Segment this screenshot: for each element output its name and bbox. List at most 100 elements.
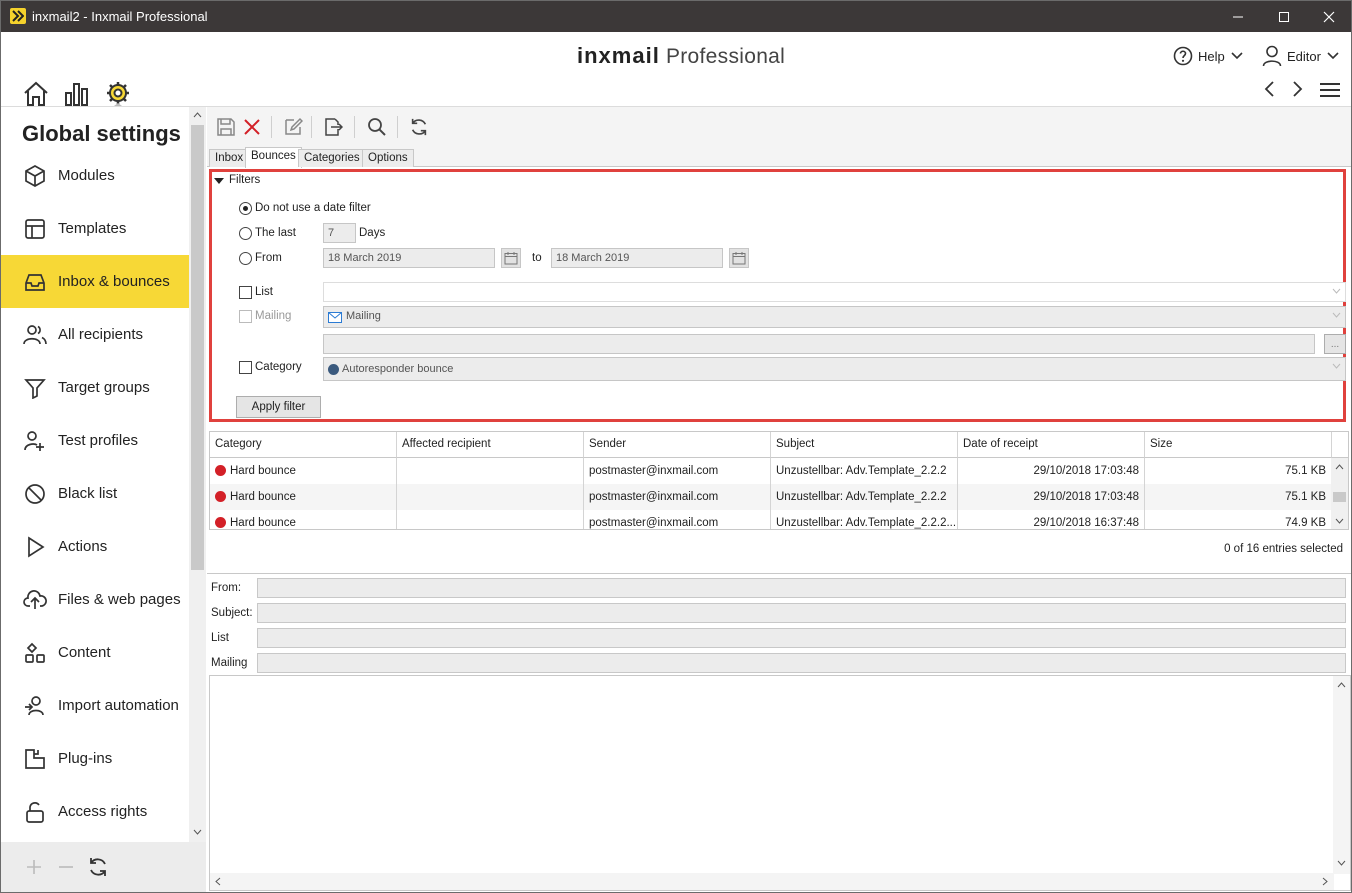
tab-inbox[interactable]: Inbox (209, 149, 250, 167)
sidebar-item-templates[interactable]: Templates (1, 202, 189, 255)
column-header-category[interactable]: Category (210, 432, 397, 458)
column-header-sender[interactable]: Sender (584, 432, 771, 458)
apply-filter-button[interactable]: Apply filter (236, 396, 321, 418)
list-dropdown[interactable] (323, 282, 1346, 302)
add-icon[interactable] (26, 859, 42, 875)
collapse-triangle-icon[interactable] (214, 178, 224, 185)
sidebar-item-modules[interactable]: Modules (1, 149, 189, 202)
brand-edition: Professional (665, 45, 786, 68)
mailing-dropdown[interactable]: Mailing (323, 306, 1346, 328)
scroll-down-icon[interactable] (1337, 860, 1346, 866)
message-body-area[interactable] (209, 675, 1351, 891)
table-row[interactable]: Hard bounce postmaster@inxmail.com Unzus… (210, 510, 1332, 529)
column-header-subject[interactable]: Subject (771, 432, 958, 458)
sidebar-item-files-web-pages[interactable]: Files & web pages (1, 573, 189, 626)
delete-icon[interactable] (240, 115, 264, 139)
upload-cloud-icon (23, 588, 47, 612)
mailing-text-field[interactable] (323, 334, 1315, 354)
body-horizontal-scrollbar[interactable] (210, 873, 1334, 890)
funnel-icon (23, 376, 47, 400)
body-vertical-scrollbar[interactable] (1333, 676, 1350, 874)
export-icon[interactable] (321, 115, 345, 139)
sidebar-item-label: Test profiles (58, 432, 139, 449)
plugin-icon (23, 747, 47, 771)
sidebar-scroll-thumb[interactable] (191, 125, 204, 570)
tab-categories[interactable]: Categories (298, 149, 366, 167)
user-icon (1262, 45, 1282, 67)
help-icon (1173, 46, 1193, 66)
browse-mailing-button[interactable]: ... (1324, 334, 1346, 354)
block-icon (23, 482, 47, 506)
table-row[interactable]: Hard bounce postmaster@inxmail.com Unzus… (210, 484, 1332, 510)
category-dropdown[interactable]: Autoresponder bounce (323, 357, 1346, 381)
sidebar-item-access-rights[interactable]: Access rights (1, 785, 189, 838)
sidebar-item-test-profiles[interactable]: Test profiles (1, 414, 189, 467)
sidebar-item-inbox-bounces[interactable]: Inbox & bounces (1, 255, 189, 308)
sidebar-item-label: Black list (58, 485, 118, 502)
category-checkbox[interactable] (239, 361, 252, 374)
edit-icon[interactable] (281, 115, 305, 139)
calendar-icon[interactable] (729, 248, 749, 268)
hard-bounce-dot-icon (215, 465, 226, 476)
app-window: inxmail2 - Inxmail Professional inxmail … (0, 0, 1352, 893)
tab-options[interactable]: Options (362, 149, 414, 167)
mailing-checkbox[interactable] (239, 310, 252, 323)
user-menu[interactable]: Editor (1262, 45, 1339, 67)
last-days-radio[interactable] (239, 227, 252, 240)
sidebar-scrollbar[interactable] (189, 107, 206, 842)
sidebar-item-target-groups[interactable]: Target groups (1, 361, 189, 414)
cell-subject: Unzustellbar: Adv.Template_2.2.2 (771, 484, 958, 510)
scroll-up-icon[interactable] (1337, 682, 1346, 688)
refresh-icon[interactable] (87, 856, 109, 878)
scroll-up-icon[interactable] (1335, 464, 1344, 470)
column-header-date[interactable]: Date of receipt (958, 432, 1145, 458)
cell-sender: postmaster@inxmail.com (584, 484, 771, 510)
tab-bounces[interactable]: Bounces (245, 147, 302, 168)
sidebar-item-black-list[interactable]: Black list (1, 467, 189, 520)
scroll-up-icon[interactable] (193, 112, 202, 118)
list-checkbox[interactable] (239, 286, 252, 299)
no-date-filter-radio[interactable] (239, 202, 252, 215)
table-scrollbar[interactable] (1331, 458, 1348, 529)
sidebar-item-import-automation[interactable]: Import automation (1, 679, 189, 732)
last-days-input[interactable]: 7 (323, 223, 356, 243)
back-arrow-icon[interactable] (1264, 81, 1276, 102)
from-label: From: (211, 582, 242, 594)
close-window-button[interactable] (1306, 1, 1351, 32)
table-row[interactable]: Hard bounce postmaster@inxmail.com Unzus… (210, 458, 1332, 484)
table-scroll-thumb[interactable] (1333, 492, 1346, 502)
scroll-right-icon[interactable] (1322, 877, 1328, 886)
cell-recipient (397, 510, 584, 529)
scroll-left-icon[interactable] (215, 877, 221, 886)
save-icon[interactable] (214, 115, 238, 139)
cell-size: 74.9 KB (1145, 510, 1332, 529)
search-icon[interactable] (365, 115, 389, 139)
sidebar-item-plug-ins[interactable]: Plug-ins (1, 732, 189, 785)
minimize-button[interactable] (1215, 1, 1261, 32)
column-header-affected-recipient[interactable]: Affected recipient (397, 432, 584, 458)
to-date-input[interactable]: 18 March 2019 (551, 248, 723, 268)
category-value: Autoresponder bounce (342, 363, 454, 375)
date-range-radio[interactable] (239, 252, 252, 265)
remove-icon[interactable] (58, 859, 74, 875)
filters-panel: Filters Do not use a date filter The las… (209, 169, 1346, 422)
cell-size: 75.1 KB (1145, 484, 1332, 510)
detail-divider[interactable] (207, 573, 1351, 574)
category-text: Hard bounce (230, 517, 296, 529)
sidebar: Global settings Modules Templates Inbox … (1, 107, 189, 842)
from-date-input[interactable]: 18 March 2019 (323, 248, 495, 268)
sidebar-item-actions[interactable]: Actions (1, 520, 189, 573)
scroll-down-icon[interactable] (193, 829, 202, 835)
calendar-icon[interactable] (501, 248, 521, 268)
cell-date: 29/10/2018 17:03:48 (958, 484, 1145, 510)
scroll-down-icon[interactable] (1335, 518, 1344, 524)
sidebar-item-all-recipients[interactable]: All recipients (1, 308, 189, 361)
maximize-button[interactable] (1261, 1, 1307, 32)
reload-icon[interactable] (407, 115, 431, 139)
hamburger-menu-icon[interactable] (1319, 82, 1341, 103)
lock-icon (23, 800, 47, 824)
forward-arrow-icon[interactable] (1291, 81, 1303, 102)
sidebar-item-content[interactable]: Content (1, 626, 189, 679)
column-header-size[interactable]: Size (1145, 432, 1332, 458)
help-menu[interactable]: Help (1173, 46, 1243, 66)
